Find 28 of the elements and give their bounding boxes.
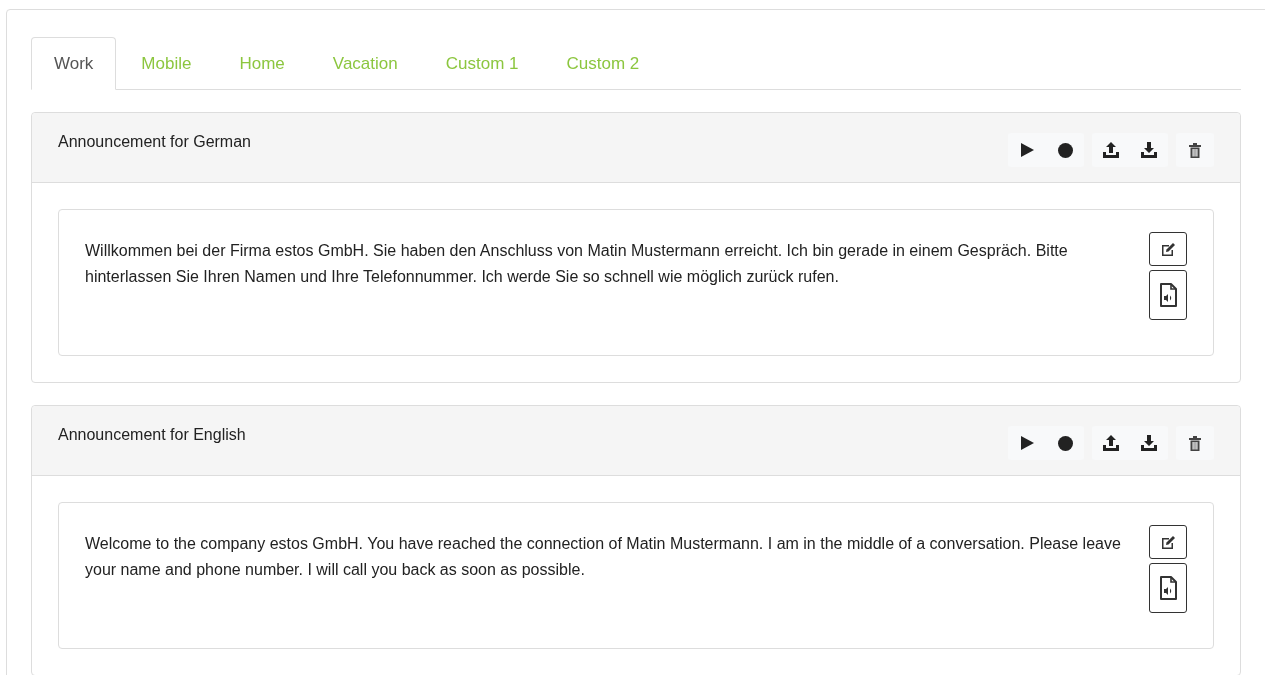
- record-icon: [1057, 435, 1073, 451]
- panel-title: Announcement for German: [58, 132, 251, 151]
- record-icon: [1057, 142, 1073, 158]
- announcement-text: Welcome to the company estos GmbH. You have reached the connection of Matin Mustermann. I am in the middle of a conversation. Please leave your name and phone number. I will call you back as soon as possible.: [85, 534, 1122, 580]
- tab[interactable]: Custom 1: [422, 37, 542, 90]
- upload-icon: [1103, 142, 1119, 158]
- download-icon: [1141, 142, 1157, 158]
- trash-icon: [1189, 435, 1201, 451]
- tab[interactable]: Home: [216, 37, 308, 90]
- audio-file-button[interactable]: [1149, 270, 1187, 320]
- audio-file-icon: [1159, 283, 1177, 307]
- download-icon: [1141, 435, 1157, 451]
- tab[interactable]: Vacation: [309, 37, 421, 90]
- edit-button[interactable]: [1149, 525, 1187, 559]
- play-icon: [1020, 143, 1034, 157]
- audio-file-icon: [1159, 576, 1177, 600]
- tab[interactable]: Work: [31, 37, 117, 90]
- edit-icon: [1161, 242, 1175, 256]
- tab[interactable]: Mobile: [118, 37, 215, 90]
- tab[interactable]: Custom 2: [543, 37, 663, 90]
- audio-file-button[interactable]: [1149, 563, 1187, 613]
- play-icon: [1020, 436, 1034, 450]
- edit-icon: [1161, 535, 1175, 549]
- panel-title: Announcement for English: [58, 425, 246, 444]
- trash-icon: [1189, 142, 1201, 158]
- edit-button[interactable]: [1149, 232, 1187, 266]
- announcement-text: Willkommen bei der Firma estos GmbH. Sie haben den Anschluss von Matin Mustermann erreicht. Ich bin gerade in einem Gespräch. Bitte hinterlassen Sie Ihren Namen und Ihre Telefonnummer. Ich werde Sie so schnell wie möglich zurück rufen.: [85, 241, 1069, 287]
- upload-icon: [1103, 435, 1119, 451]
